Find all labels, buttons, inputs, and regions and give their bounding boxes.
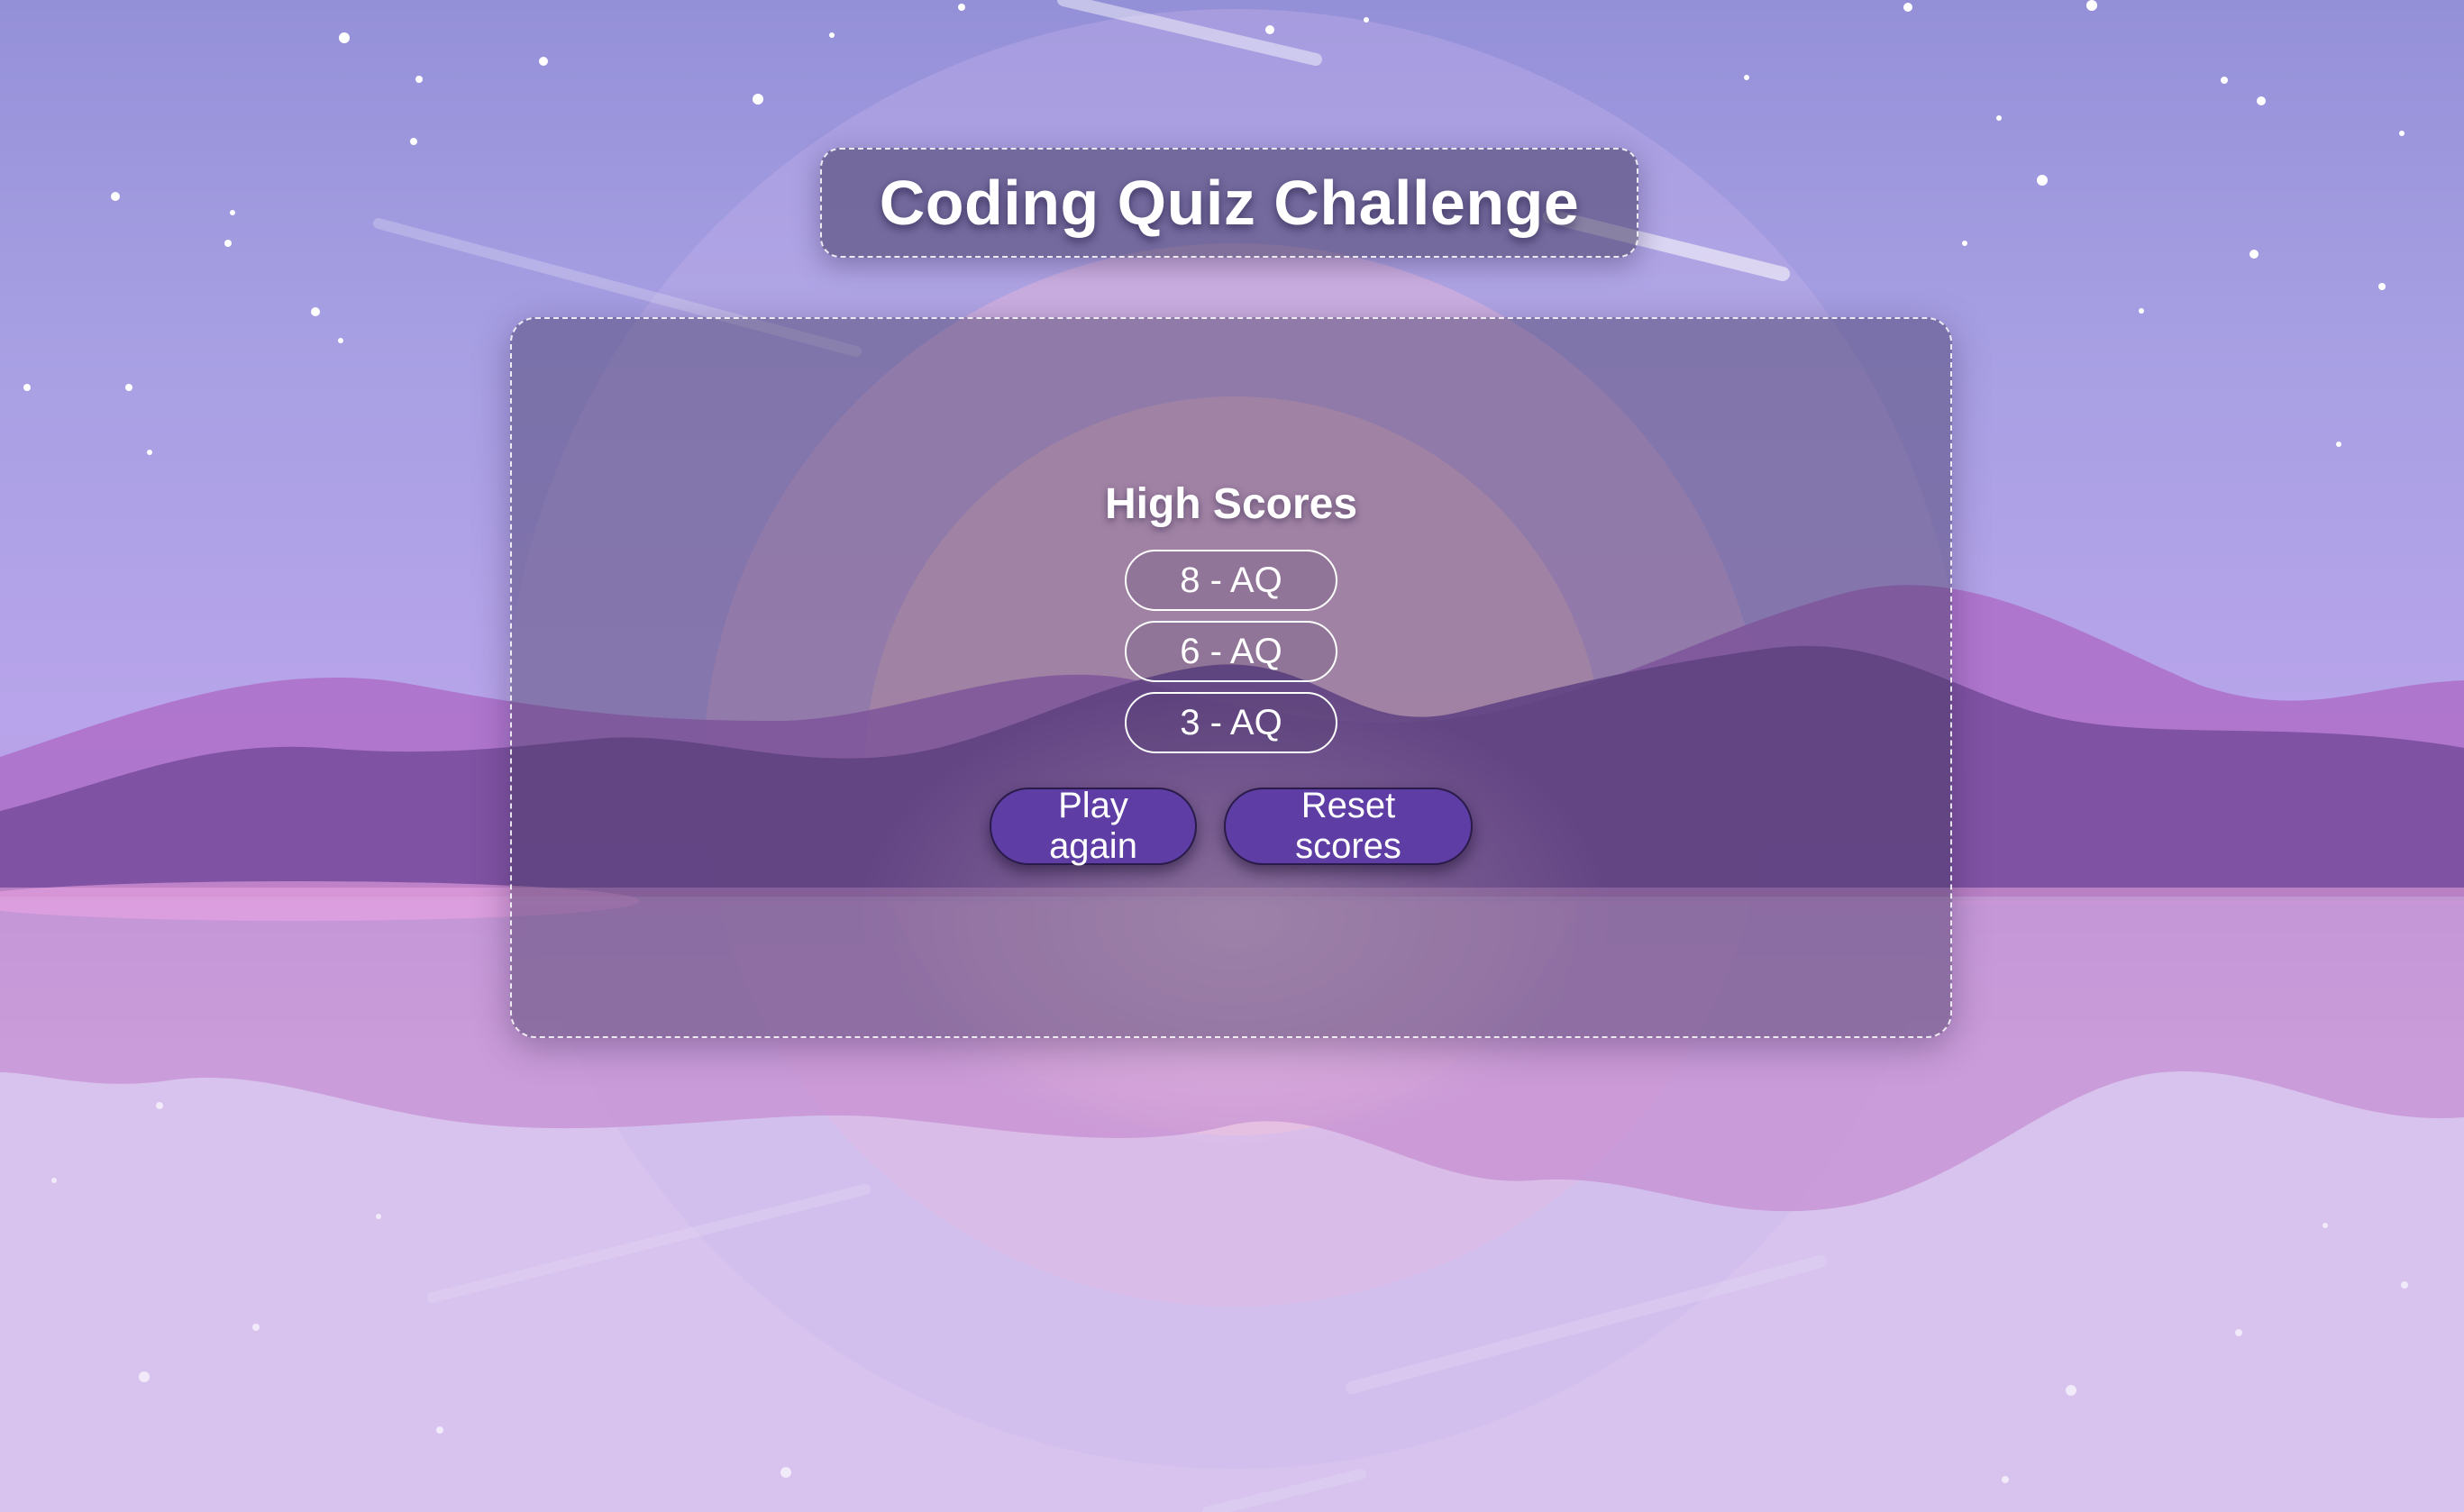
highscores-heading: High Scores — [1104, 480, 1358, 528]
title-banner: Coding Quiz Challenge — [820, 148, 1638, 258]
page-title: Coding Quiz Challenge — [879, 168, 1580, 238]
highscore-entry: 3 - AQ — [1125, 692, 1337, 753]
highscores-list: 8 - AQ 6 - AQ 3 - AQ — [512, 550, 1950, 753]
reset-scores-button[interactable]: Reset scores — [1224, 786, 1473, 866]
highscore-entry: 6 - AQ — [1125, 621, 1337, 682]
highscore-entry: 8 - AQ — [1125, 550, 1337, 611]
play-again-button[interactable]: Play again — [990, 786, 1197, 866]
highscores-panel: High Scores 8 - AQ 6 - AQ 3 - AQ Play ag… — [510, 317, 1952, 1038]
highscores-actions: Play again Reset scores — [512, 786, 1950, 866]
